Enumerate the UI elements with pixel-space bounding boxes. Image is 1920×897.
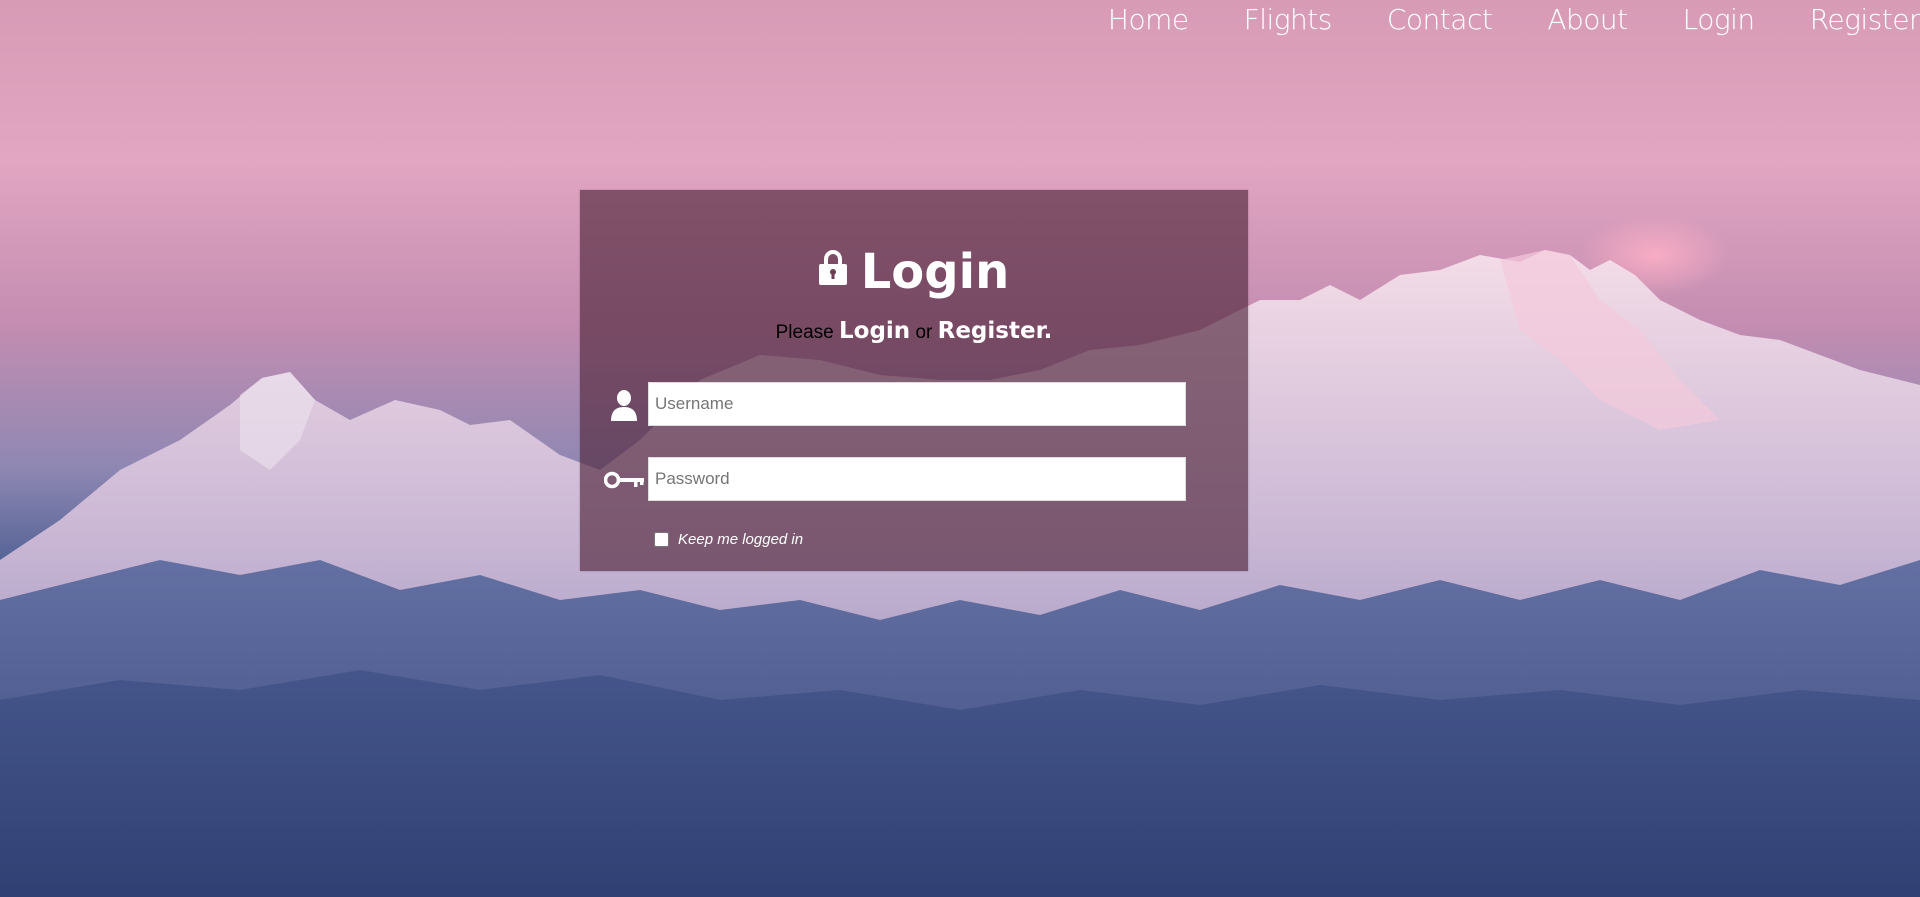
subtitle-login-link[interactable]: Login: [839, 318, 910, 344]
nav-flights-link[interactable]: Flights: [1189, 3, 1333, 37]
user-icon: [604, 386, 644, 424]
subtitle-register-link[interactable]: Register.: [938, 318, 1053, 344]
login-subtitle: Please Login or Register.: [580, 316, 1248, 348]
login-page: Home Flights Contact About Login Registe…: [0, 0, 1920, 897]
nav-login-link[interactable]: Login: [1628, 3, 1756, 37]
nav-about-link[interactable]: About: [1492, 3, 1628, 37]
remember-me-row: Keep me logged in: [654, 528, 803, 550]
nav-register-link[interactable]: Register: [1755, 3, 1920, 37]
subtitle-or-text: or: [910, 322, 938, 343]
remember-me-checkbox[interactable]: [654, 531, 669, 547]
key-icon: [604, 461, 644, 499]
nav-contact-link[interactable]: Contact: [1332, 3, 1493, 37]
login-title-text: Login: [860, 244, 1010, 300]
remember-me-label: Keep me logged in: [678, 530, 804, 548]
lock-icon: [818, 241, 847, 297]
top-navigation: Home Flights Contact About Login Registe…: [1053, 0, 1920, 40]
username-input[interactable]: [648, 382, 1186, 426]
username-row: [580, 382, 1248, 428]
login-heading: Login: [580, 244, 1248, 303]
password-input[interactable]: [648, 457, 1186, 501]
login-card: Login Please Login or Register. Username…: [580, 190, 1248, 571]
password-row: [580, 457, 1248, 503]
nav-home-link[interactable]: Home: [1053, 3, 1189, 37]
subtitle-please-text: Please: [775, 322, 839, 343]
